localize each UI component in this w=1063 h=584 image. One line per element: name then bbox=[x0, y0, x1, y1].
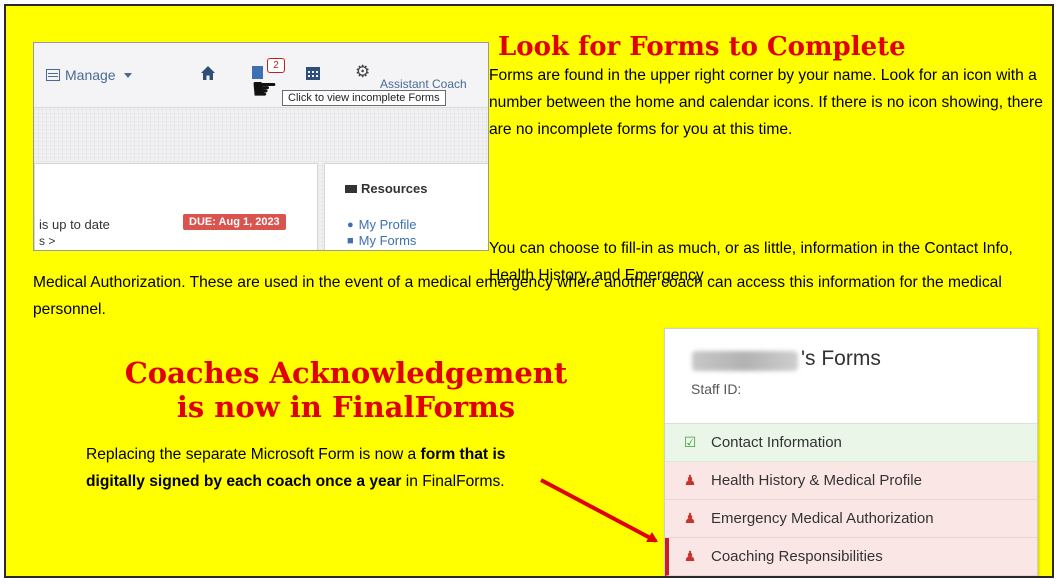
forms-panel-header: 's Forms Staff ID: bbox=[665, 329, 1037, 424]
forms-title: 's Forms bbox=[801, 347, 881, 370]
form-item-contact-information[interactable]: ☑ Contact Information bbox=[665, 424, 1037, 462]
staff-id-label: Staff ID: bbox=[691, 381, 742, 397]
form-item-emergency-medical[interactable]: ♟ Emergency Medical Authorization bbox=[665, 500, 1037, 538]
form-item-health-history[interactable]: ♟ Health History & Medical Profile bbox=[665, 462, 1037, 500]
user-medical-icon: ♟ bbox=[683, 510, 697, 526]
forms-panel: 's Forms Staff ID: ☑ Contact Information… bbox=[664, 328, 1038, 576]
user-medical-icon: ♟ bbox=[683, 548, 697, 564]
check-square-icon: ☑ bbox=[683, 434, 697, 450]
slide-frame: Manage 2 ⚙ Assistant Coach Click to view… bbox=[4, 4, 1054, 578]
form-item-coaching-responsibilities[interactable]: ♟ Coaching Responsibilities bbox=[665, 538, 1037, 576]
blurred-name bbox=[692, 351, 798, 371]
user-medical-icon: ♟ bbox=[683, 472, 697, 488]
